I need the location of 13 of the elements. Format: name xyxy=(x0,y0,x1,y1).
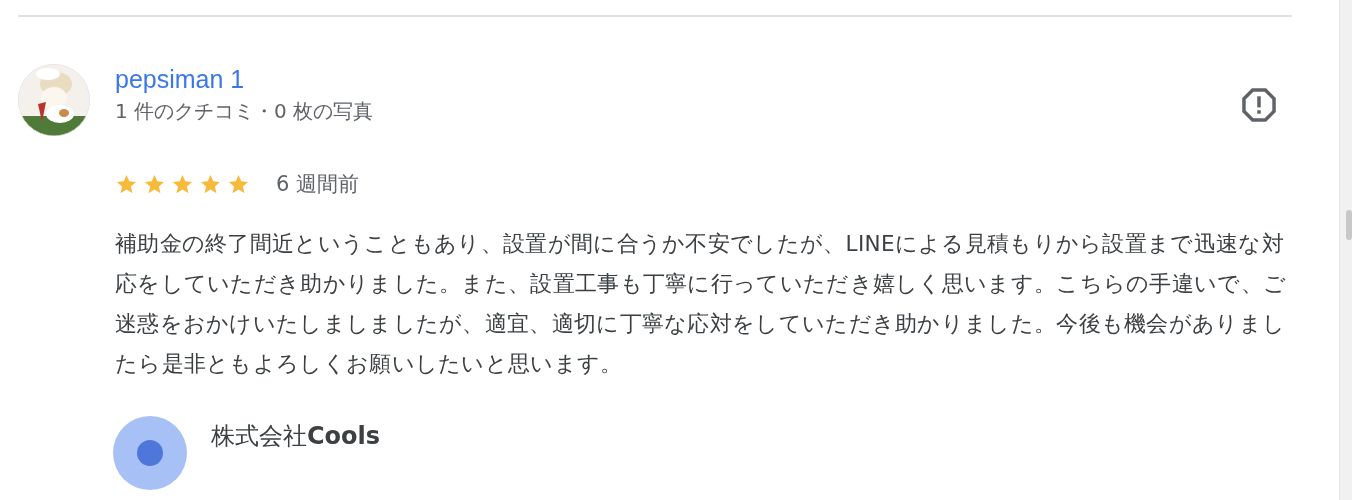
owner-name: 株式会社Cools xyxy=(211,421,381,452)
report-icon[interactable] xyxy=(1240,86,1278,124)
star-icon xyxy=(171,172,194,196)
star-icon xyxy=(199,172,222,196)
reviewer-stats: 1 件のクチコミ・0 枚の写真 xyxy=(115,98,374,124)
star-icon xyxy=(227,172,250,196)
review-text: 補助金の終了間近ということもあり、設置が間に合うか不安でしたが、LINEによる見積もりから設置まで迅速な対応をしていただき助かりました。また、設置工事も丁寧に行っていただき嬉しく思います。こちらの手違いで、ご迷惑をおかけいたしましましたが、適宜、適切に丁寧な応対をしていただき助かりました。今後も機会がありましたら是非ともよろしくお願いしたいと思います。 xyxy=(115,230,1288,378)
star-icon xyxy=(115,172,138,196)
reviewer-name[interactable]: pepsiman 1 xyxy=(115,64,245,94)
star-icon xyxy=(143,172,166,196)
scrollbar[interactable] xyxy=(1339,0,1352,500)
review-time: 6 週間前 xyxy=(276,171,360,198)
owner-avatar-icon xyxy=(113,416,187,490)
